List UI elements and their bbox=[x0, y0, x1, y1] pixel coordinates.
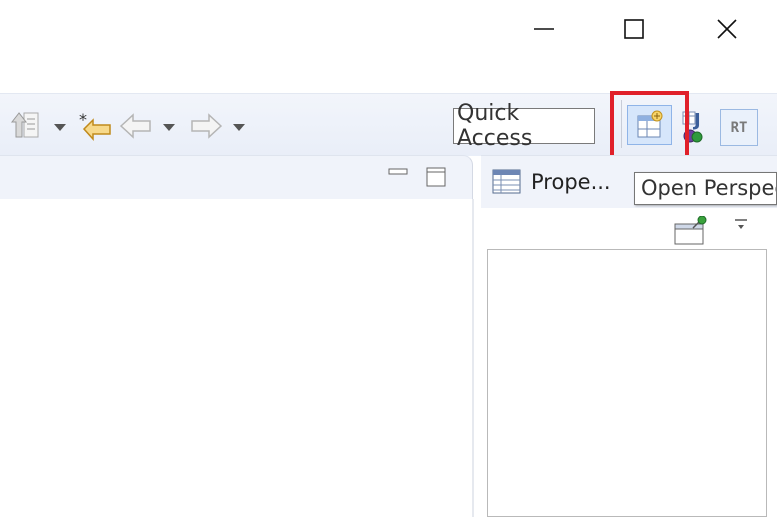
pin-icon bbox=[674, 215, 707, 245]
back-dropdown[interactable] bbox=[162, 119, 176, 133]
svg-text:J: J bbox=[692, 110, 701, 131]
chevron-down-icon bbox=[54, 124, 66, 131]
highlight-box bbox=[610, 91, 689, 165]
view-menu-button[interactable] bbox=[731, 216, 751, 232]
quick-access-label: Quick Access bbox=[457, 101, 533, 151]
tooltip-text: Open Perspective bbox=[641, 176, 776, 200]
properties-tab-icon-wrap bbox=[492, 168, 522, 196]
tooltip: Open Perspective bbox=[634, 172, 777, 205]
editor-minimize-button[interactable] bbox=[387, 166, 409, 184]
forward-arrow-icon bbox=[191, 113, 223, 139]
last-edit-location-icon: * bbox=[79, 110, 111, 141]
view-menu-icon bbox=[735, 219, 747, 229]
properties-icon bbox=[492, 169, 521, 194]
chevron-down-icon bbox=[233, 124, 245, 131]
rt-perspective-button[interactable]: RT bbox=[720, 109, 758, 146]
close-icon bbox=[717, 19, 737, 39]
maximize-button[interactable] bbox=[604, 0, 664, 58]
back-button[interactable] bbox=[118, 108, 154, 144]
editor-area[interactable] bbox=[0, 199, 474, 517]
quick-access-field[interactable]: Quick Access bbox=[453, 101, 595, 151]
chevron-down-icon bbox=[163, 124, 175, 131]
properties-list[interactable] bbox=[487, 249, 767, 517]
back-arrow-icon bbox=[119, 113, 151, 139]
title-bar bbox=[0, 0, 777, 93]
previous-annotation-icon bbox=[10, 112, 39, 138]
maximize-view-icon bbox=[426, 167, 446, 187]
editor-maximize-button[interactable] bbox=[425, 166, 447, 188]
rt-perspective-label: RT bbox=[730, 119, 748, 136]
previous-annotation-dropdown[interactable] bbox=[53, 119, 67, 133]
forward-dropdown[interactable] bbox=[232, 119, 246, 133]
previous-annotation-button[interactable] bbox=[10, 108, 44, 144]
forward-button[interactable] bbox=[188, 108, 224, 144]
last-edit-location-button[interactable]: * bbox=[78, 108, 114, 144]
minimize-icon bbox=[534, 28, 554, 30]
maximize-icon bbox=[624, 19, 644, 39]
close-button[interactable] bbox=[697, 0, 757, 58]
pin-view-button[interactable] bbox=[673, 215, 707, 246]
minimize-button[interactable] bbox=[514, 0, 574, 58]
minimize-view-icon bbox=[388, 168, 408, 175]
properties-tab[interactable]: Prope... bbox=[531, 170, 611, 194]
